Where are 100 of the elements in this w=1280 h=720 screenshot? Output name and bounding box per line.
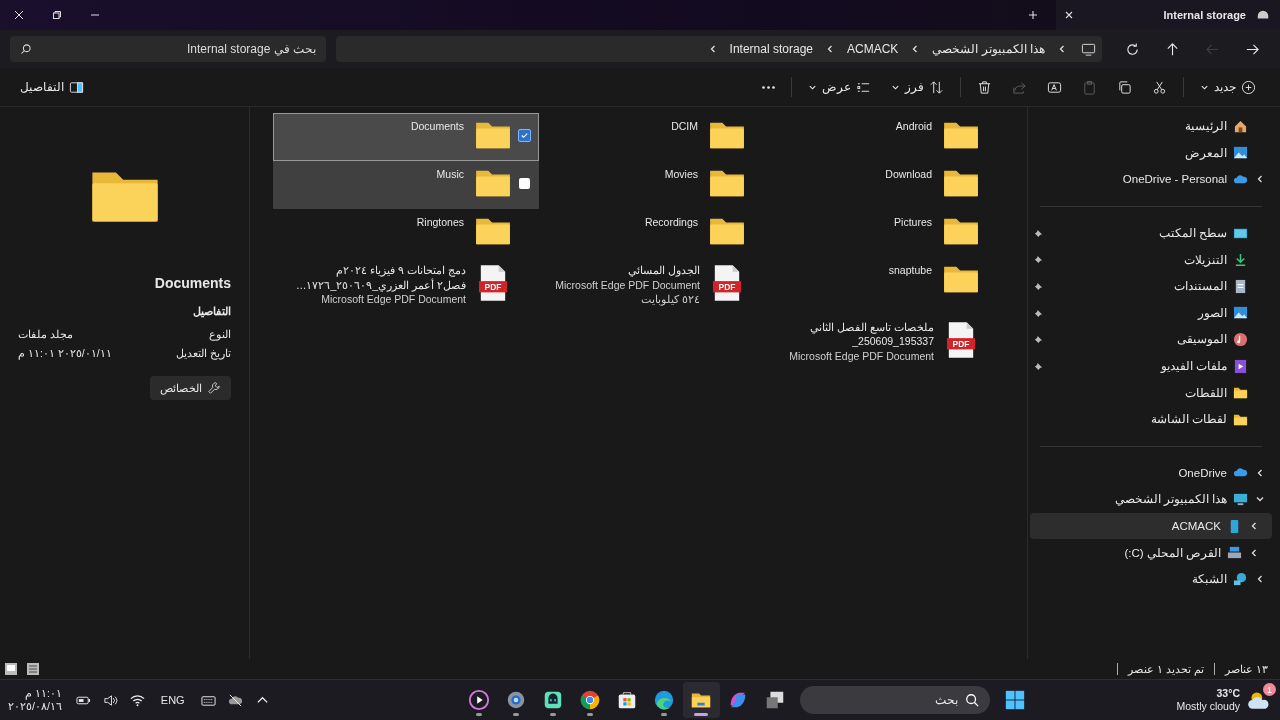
- chevron-left-icon[interactable]: [1249, 547, 1259, 558]
- taskbar-button[interactable]: [682, 682, 720, 718]
- file-name: Pictures: [894, 216, 932, 230]
- nav-item[interactable]: OneDrive - Personal: [1030, 166, 1272, 193]
- monitor-icon: [1081, 41, 1096, 57]
- folder-icon: [708, 168, 746, 198]
- list-view-icon[interactable]: [26, 662, 40, 676]
- folder-item[interactable]: Pictures: [775, 209, 1007, 257]
- folder-icon: [474, 168, 512, 198]
- weather-condition: Mostly cloudy: [1176, 700, 1240, 713]
- file-name: Recordings: [644, 216, 698, 230]
- nav-item[interactable]: الصور: [1030, 299, 1272, 327]
- picture-icon: [1233, 305, 1248, 321]
- nav-item[interactable]: OneDrive: [1030, 459, 1272, 487]
- side-panel-icon: [69, 79, 84, 95]
- play-icon: [468, 689, 491, 711]
- restore-icon[interactable]: [52, 10, 62, 20]
- folder-item[interactable]: Android: [775, 113, 1007, 161]
- property-value: مجلد ملفات: [18, 328, 73, 340]
- details-pane-button[interactable]: التفاصيل: [10, 73, 94, 101]
- nav-item[interactable]: لقطات الشاشة: [1030, 405, 1272, 433]
- selection-count: تم تحديد ١ عنصر: [1128, 663, 1205, 675]
- file-name: Android: [895, 120, 932, 134]
- pdf-file-icon: PDF: [478, 264, 508, 302]
- nav-item[interactable]: ملفات الفيديو: [1030, 352, 1272, 380]
- chevron-left-icon[interactable]: [1255, 574, 1265, 585]
- properties-button[interactable]: الخصائص: [150, 376, 231, 400]
- home-icon: [1233, 118, 1248, 134]
- property-value: ٢٠٢٥/٠١/١١ ١١:٠١ م: [18, 347, 112, 359]
- view-button[interactable]: عرض: [798, 73, 881, 101]
- nav-item[interactable]: هذا الكمبيوتر الشخصي: [1030, 486, 1272, 513]
- search-field[interactable]: بحث في Internal storage: [10, 36, 326, 62]
- close-icon[interactable]: [14, 10, 24, 20]
- folder-item[interactable]: Documents: [273, 113, 539, 161]
- pdf-file-icon: PDF: [712, 264, 742, 302]
- nav-item[interactable]: القرص المحلي (C:): [1030, 539, 1272, 566]
- folder-icon: [708, 120, 746, 150]
- sort-button[interactable]: فرز: [881, 73, 954, 101]
- file-name: Movies: [664, 168, 698, 182]
- nav-item[interactable]: ACMACK: [1030, 512, 1272, 540]
- checkbox[interactable]: [518, 177, 530, 189]
- folder-item[interactable]: Music: [273, 161, 539, 209]
- nav-item[interactable]: اللقطات: [1030, 379, 1272, 406]
- cloud-off-icon[interactable]: [227, 692, 243, 708]
- folder-item[interactable]: Download: [775, 161, 1007, 209]
- clock[interactable]: ١١:٠١ م ٢٠٢٥/٠٨/١٦: [8, 687, 62, 713]
- folder-icon: [474, 120, 512, 150]
- file-name: Download: [885, 168, 932, 182]
- trash-icon: [977, 79, 992, 95]
- clipboard-icon: [1082, 79, 1097, 95]
- nav-item[interactable]: التنزيلات: [1030, 246, 1272, 273]
- new-button[interactable]: جديد: [1190, 73, 1266, 101]
- nav-item[interactable]: المستندات: [1030, 272, 1272, 300]
- start-icon[interactable]: [1003, 689, 1026, 711]
- folder-item[interactable]: Ringtones: [273, 209, 539, 257]
- breadcrumb-item[interactable]: Internal storage: [729, 42, 813, 56]
- chevron-left-icon[interactable]: [1255, 174, 1265, 185]
- folder-item[interactable]: snaptube: [775, 257, 1007, 305]
- folder-icon: [708, 216, 746, 246]
- item-count: ١٣ عناصر: [1225, 663, 1268, 675]
- file-name: دمج امتحانات ٩ فيزياء ٢٠٢٤م: [336, 264, 466, 278]
- file-name: ملخصات تاسع الفصل الثاني: [810, 320, 934, 334]
- language-indicator[interactable]: ENG: [160, 694, 185, 706]
- nav-item[interactable]: الشبكة: [1030, 565, 1272, 593]
- file-info: Microsoft Edge PDF Document: [789, 349, 934, 363]
- check-icon: [519, 130, 529, 140]
- tiles-view-icon[interactable]: [4, 662, 18, 676]
- details-title: Documents: [153, 275, 231, 291]
- time: ١١:٠١ م: [25, 687, 62, 700]
- temperature: 33°C: [1216, 687, 1240, 700]
- breadcrumb-item[interactable]: هذا الكمبيوتر الشخصي: [932, 42, 1045, 56]
- chevron-left-icon[interactable]: [1255, 467, 1265, 478]
- nav-item[interactable]: الرئيسية: [1030, 113, 1272, 140]
- folder-item[interactable]: DCIM: [541, 113, 773, 161]
- chevron-left-icon[interactable]: [1249, 521, 1259, 531]
- breadcrumb-item[interactable]: ACMACK: [847, 42, 899, 56]
- wave-browser-icon: [653, 689, 676, 711]
- wifi-icon[interactable]: [129, 692, 145, 708]
- folder-icon: [1233, 385, 1248, 401]
- chevron-left-icon[interactable]: [825, 44, 835, 54]
- taskbar-search-field[interactable]: بحث: [799, 686, 990, 714]
- tab[interactable]: Internal storage: [1056, 0, 1280, 30]
- nav-item[interactable]: سطح المكتب: [1030, 219, 1272, 247]
- new-tab-icon[interactable]: [1028, 10, 1038, 20]
- chevron-left-icon[interactable]: [1057, 44, 1067, 54]
- document-icon: [1233, 278, 1248, 294]
- speaker-icon[interactable]: [102, 692, 118, 708]
- details-heading: التفاصيل: [192, 305, 231, 318]
- nav-item[interactable]: المعرض: [1030, 139, 1272, 167]
- search-icon: [964, 693, 979, 707]
- file-info: Microsoft Edge PDF Document: [321, 293, 466, 307]
- checkbox[interactable]: [517, 128, 531, 142]
- folder-item[interactable]: Recordings: [541, 209, 773, 257]
- video-icon: [1233, 358, 1248, 374]
- wrench-icon: [207, 381, 221, 395]
- close-icon[interactable]: [1064, 10, 1074, 20]
- folder-icon: [942, 120, 980, 150]
- folder-item[interactable]: Movies: [541, 161, 773, 209]
- file-name: DCIM: [671, 120, 698, 134]
- nav-item[interactable]: الموسيقى: [1030, 326, 1272, 353]
